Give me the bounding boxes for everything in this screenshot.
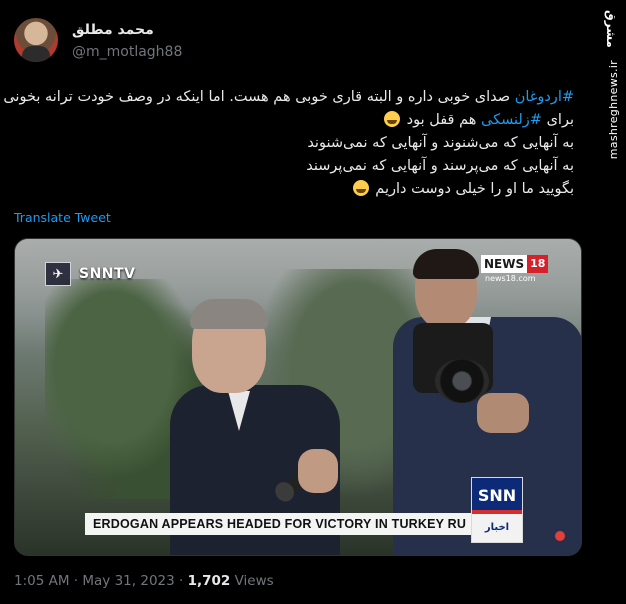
snn-badge-bottom: اخبار bbox=[484, 522, 510, 533]
news18-number: 18 bbox=[527, 255, 549, 273]
snntv-logo-text: SNNTV bbox=[79, 266, 136, 282]
tweet-time[interactable]: 1:05 AM bbox=[14, 573, 70, 589]
snntv-logo: ✈ SNNTV bbox=[45, 262, 136, 286]
tweet-footer: 1:05 AM · May 31, 2023 · 1,702 Views bbox=[14, 573, 274, 589]
watermark-strip: مشرق mashreghnews.ir bbox=[592, 0, 626, 604]
sweat-smile-emoji-icon bbox=[384, 111, 401, 127]
tweet-line-4: به آنهایی که می‌پرسند و آنهایی که نمی‌پر… bbox=[306, 158, 574, 174]
news-ticker: ERDOGAN APPEARS HEADED FOR VICTORY IN TU… bbox=[85, 513, 485, 535]
tweet-card: محمد مطلق @m_motlagh88 #اردوغان صدای خوب… bbox=[0, 0, 592, 604]
smile-emoji-icon bbox=[352, 180, 369, 196]
views-count[interactable]: 1,702 bbox=[188, 573, 231, 589]
news18-word: NEWS bbox=[481, 255, 528, 273]
views-label: Views bbox=[234, 573, 274, 589]
tweet-line-text: بگویید ما او را خیلی دوست داریم bbox=[375, 181, 574, 197]
author-display-name[interactable]: محمد مطلق bbox=[72, 22, 154, 38]
hashtag-link[interactable]: #اردوغان bbox=[515, 89, 574, 105]
avatar[interactable] bbox=[14, 18, 58, 62]
snn-badge: SNN اخبار bbox=[471, 477, 523, 543]
tweet-text: #اردوغان صدای خوبی داره و البته قاری خوب… bbox=[3, 86, 574, 201]
tweet-line-1: #اردوغان صدای خوبی داره و البته قاری خوب… bbox=[3, 86, 574, 109]
news18-url: news18.com bbox=[485, 274, 536, 283]
tweet-line-5: بگویید ما او را خیلی دوست داریم bbox=[14, 178, 574, 201]
snn-badge-top: SNN bbox=[472, 478, 522, 514]
tweet-line-2: برای #زلنسکی هم قفل بود bbox=[14, 109, 574, 132]
hashtag-link[interactable]: #زلنسکی bbox=[481, 112, 542, 128]
live-dot-icon bbox=[555, 531, 565, 541]
tweet-media-video[interactable]: ✈ SNNTV NEWS 18 news18.com ERDOGAN APPEA… bbox=[14, 238, 582, 556]
tweet-line-3: به آنهایی که می‌شنوند و آنهایی که نمی‌شن… bbox=[307, 135, 574, 151]
mashregh-logo: مشرق bbox=[604, 10, 618, 48]
tweet-line-text: هم قفل بود bbox=[406, 112, 481, 128]
translate-tweet-link[interactable]: Translate Tweet bbox=[14, 210, 111, 225]
tweet-line-text: صدای خوبی داره و البته قاری خوبی هم هست.… bbox=[3, 89, 515, 105]
tweet-line-prefix: برای bbox=[541, 112, 574, 128]
tweet-date[interactable]: May 31, 2023 bbox=[82, 573, 174, 589]
snntv-mark-icon: ✈ bbox=[45, 262, 71, 286]
news18-logo: NEWS 18 news18.com bbox=[481, 255, 553, 285]
watermark-url: mashreghnews.ir bbox=[607, 60, 620, 160]
author-handle[interactable]: @m_motlagh88 bbox=[72, 44, 182, 60]
